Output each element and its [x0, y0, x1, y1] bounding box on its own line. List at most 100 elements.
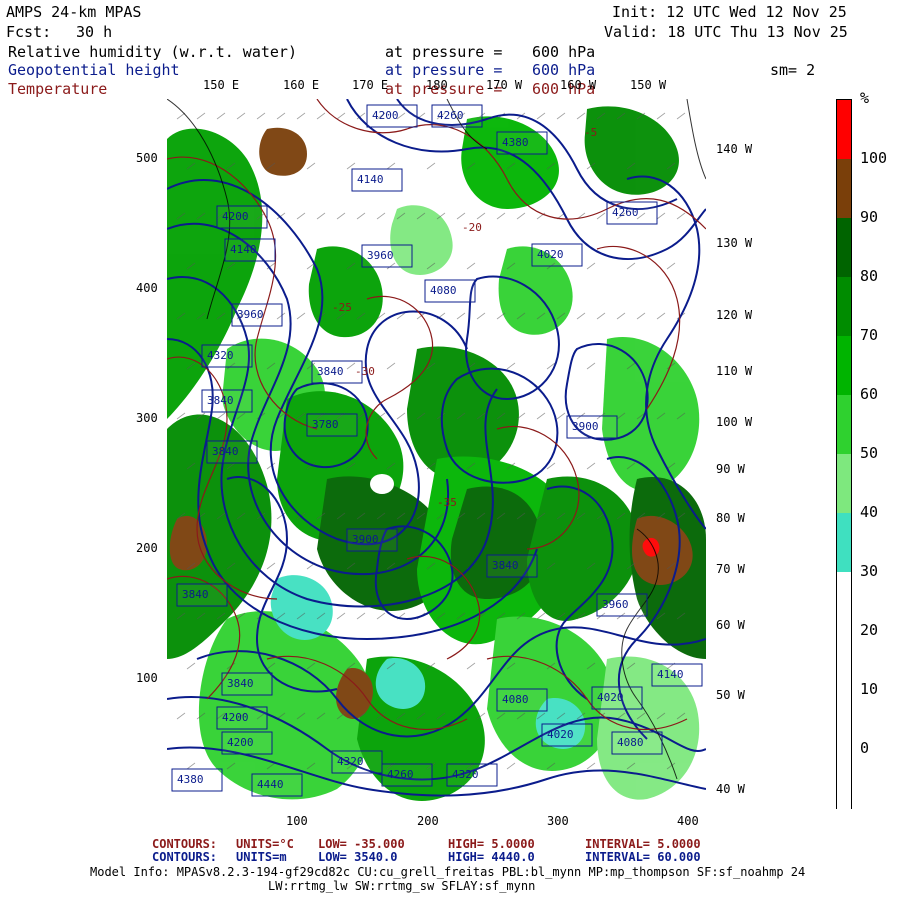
lon-label-right: 130 W: [716, 236, 753, 250]
height-contour-label: 4020: [547, 728, 574, 741]
height-contour-label: 4080: [617, 736, 644, 749]
field-rh-label: Relative humidity (w.r.t. water): [8, 43, 297, 61]
height-contour-label: 4020: [537, 248, 564, 261]
height-contour-label: 3840: [492, 559, 519, 572]
pressure-text-height: at pressure =: [385, 61, 503, 79]
model-info-line1: Model Info: MPASv8.2.3-194-gf29cd82c CU:…: [90, 865, 806, 879]
colorbar-segment: [837, 277, 851, 336]
valid-time: Valid: 18 UTC Thu 13 Nov 25: [604, 23, 848, 41]
height-contour-label: 4320: [207, 349, 234, 362]
pressure-text-rh: at pressure =: [385, 43, 503, 61]
forecast-value: 30 h: [76, 23, 113, 41]
field-height-label: Geopotential height: [8, 61, 180, 79]
height-contour-label: 4200: [227, 736, 254, 749]
lon-label-top: 180: [426, 78, 448, 92]
init-time: Init: 12 UTC Wed 12 Nov 25: [612, 3, 847, 21]
lon-label-top: 170 E: [352, 78, 389, 92]
height-contour-label: 4140: [357, 173, 384, 186]
colorbar-label: 90: [860, 208, 879, 226]
colorbar-segment: [837, 513, 851, 572]
field-temp-label: Temperature: [8, 80, 108, 98]
pressure-value-height: 600 hPa: [532, 61, 596, 79]
height-contour-label: 3900: [352, 533, 379, 546]
height-contour-label: 3840: [212, 445, 239, 458]
colorbar-label: 20: [860, 621, 879, 639]
height-contour-label: 4260: [612, 206, 639, 219]
temp-contour-label: -20: [462, 221, 482, 234]
colorbar-label: 80: [860, 267, 879, 285]
lon-label-right: 60 W: [716, 618, 745, 632]
lon-label-right: 120 W: [716, 308, 753, 322]
colorbar-segment: [837, 454, 851, 513]
height-contour-label: 4320: [452, 768, 479, 781]
height-units: UNITS=m: [236, 850, 287, 864]
height-contour-label: 4260: [437, 109, 464, 122]
height-contour-label: 3960: [367, 249, 394, 262]
lon-label-right: 100 W: [716, 415, 753, 429]
height-contour-label: 4200: [222, 711, 249, 724]
height-contour-label: 4080: [430, 284, 457, 297]
temp-contour-label: -5: [584, 126, 598, 139]
lon-label-top: 170 W: [486, 78, 523, 92]
height-contour-label: 4140: [657, 668, 684, 681]
temp-contour-label: -25: [332, 301, 352, 314]
lon-label-top: 160 W: [560, 78, 597, 92]
colorbar-unit: %: [860, 89, 870, 107]
height-contour-label: 3840: [317, 365, 344, 378]
y-tick-label: 400: [136, 281, 158, 295]
height-contour-label: 3900: [572, 420, 599, 433]
lon-label-top: 150 W: [630, 78, 667, 92]
height-contour-label: 3960: [237, 308, 264, 321]
height-interval: INTERVAL= 60.000: [585, 850, 701, 864]
height-contour-label: 4380: [502, 136, 529, 149]
colorbar-segment: [837, 395, 851, 454]
colorbar-segment: [837, 336, 851, 395]
smoothing-label: sm= 2: [770, 61, 816, 79]
x-tick-label: 100: [286, 814, 308, 828]
height-contour-label: 4380: [177, 773, 204, 786]
x-tick-label: 300: [547, 814, 569, 828]
colorbar-label: 50: [860, 444, 879, 462]
rh-colorbar: [836, 99, 852, 810]
height-contour-label: 3840: [182, 588, 209, 601]
colorbar-segment: [837, 159, 851, 218]
colorbar-label: 10: [860, 680, 879, 698]
height-contour-label: 3960: [602, 598, 629, 611]
temp-contour-label: -35: [437, 496, 457, 509]
forecast-label: Fcst:: [6, 23, 52, 41]
lon-label-right: 110 W: [716, 364, 753, 378]
colorbar-segment: [837, 100, 851, 159]
y-tick-label: 500: [136, 151, 158, 165]
height-contour-label: 3840: [227, 677, 254, 690]
height-contour-label: 3780: [312, 418, 339, 431]
lon-label-top: 160 E: [283, 78, 320, 92]
colorbar-segment: [837, 218, 851, 277]
height-contour-label: 4020: [597, 691, 624, 704]
height-contour-label: 4080: [502, 693, 529, 706]
model-title: AMPS 24-km MPAS: [6, 3, 142, 21]
height-low: LOW= 3540.0: [318, 850, 398, 864]
colorbar-segment: [837, 572, 851, 810]
lon-label-right: 90 W: [716, 462, 745, 476]
colorbar-label: 100: [860, 149, 888, 167]
colorbar-label: 60: [860, 385, 879, 403]
lon-label-right: 40 W: [716, 782, 745, 796]
y-tick-label: 200: [136, 541, 158, 555]
height-contour-label: 3840: [207, 394, 234, 407]
lon-label-right: 70 W: [716, 562, 745, 576]
colorbar-label: 70: [860, 326, 879, 344]
colorbar-label: 40: [860, 503, 879, 521]
colorbar-label: 0: [860, 739, 870, 757]
x-tick-label: 400: [677, 814, 699, 828]
temp-contour-label: -30: [355, 365, 375, 378]
height-contour-label: 4200: [222, 210, 249, 223]
height-contour-label: 4440: [257, 778, 284, 791]
height-contour-label: 4200: [372, 109, 399, 122]
y-tick-label: 100: [136, 671, 158, 685]
lon-label-right: 140 W: [716, 142, 753, 156]
pressure-value-rh: 600 hPa: [532, 43, 596, 61]
height-high: HIGH= 4440.0: [448, 850, 535, 864]
colorbar-label: 30: [860, 562, 879, 580]
lon-label-top: 150 E: [203, 78, 240, 92]
x-tick-label: 200: [417, 814, 439, 828]
